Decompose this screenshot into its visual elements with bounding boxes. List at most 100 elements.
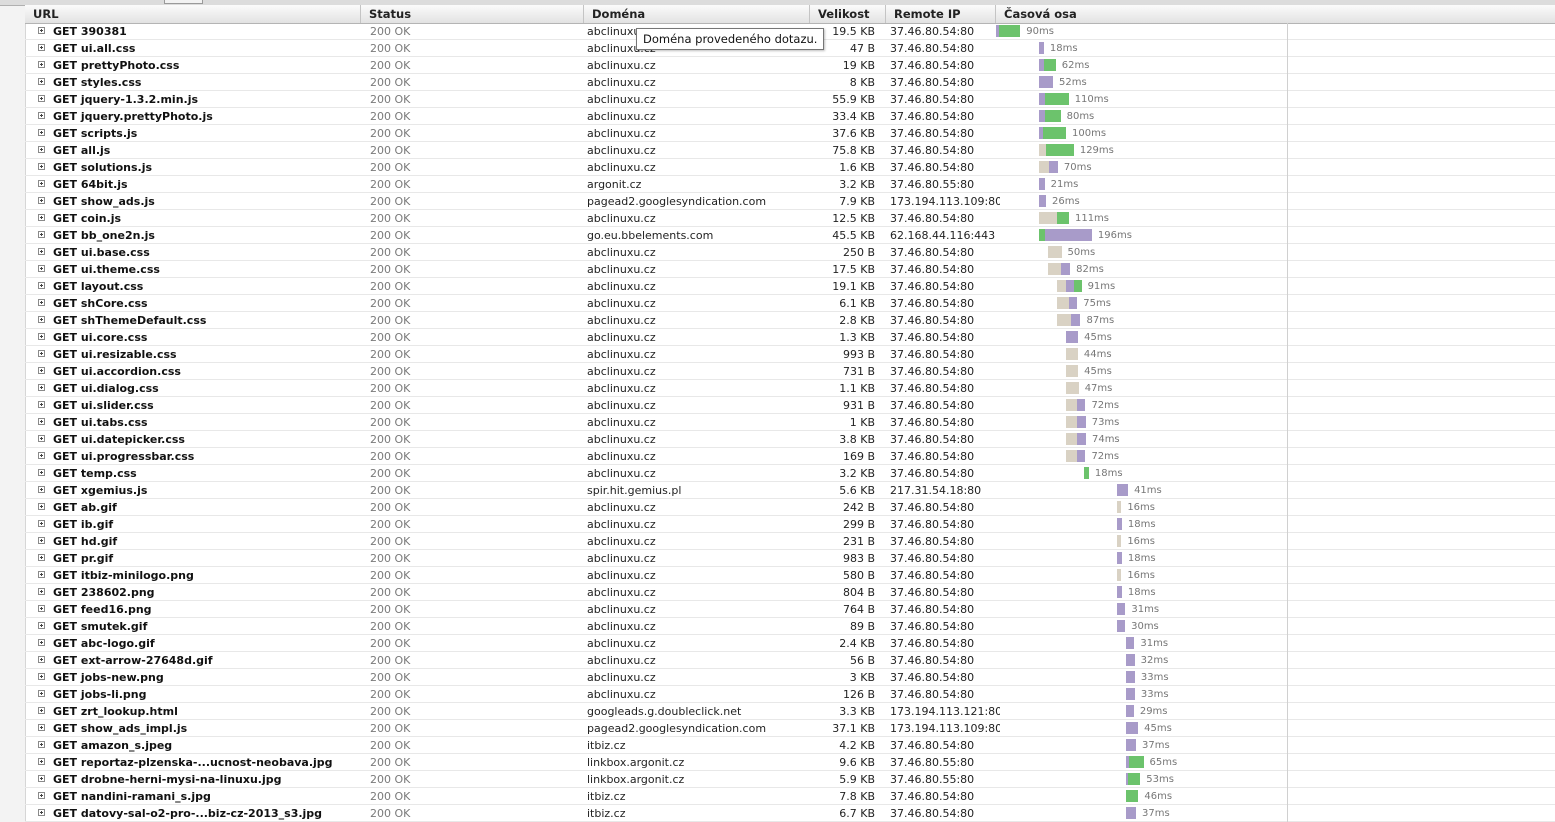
expand-toggle-icon[interactable] (38, 469, 45, 476)
table-row[interactable]: GET pr.gif 200 OK abclinuxu.cz 983 B 37.46.8… (25, 550, 1555, 567)
timing-bar[interactable] (1066, 416, 1086, 428)
expand-toggle-icon[interactable] (38, 282, 45, 289)
timing-bar[interactable] (1126, 654, 1135, 666)
expand-toggle-icon[interactable] (38, 690, 45, 697)
timing-bar[interactable] (1039, 144, 1074, 156)
table-row[interactable]: GET show_ads_impl.js 200 OK pagead2.google… (25, 720, 1555, 737)
timing-bar[interactable] (1117, 586, 1122, 598)
timing-bar[interactable] (1126, 688, 1135, 700)
expand-toggle-icon[interactable] (38, 418, 45, 425)
timing-bar[interactable] (1039, 212, 1069, 224)
expand-toggle-icon[interactable] (38, 44, 45, 51)
expand-toggle-icon[interactable] (38, 248, 45, 255)
expand-toggle-icon[interactable] (38, 231, 45, 238)
expand-toggle-icon[interactable] (38, 673, 45, 680)
table-row[interactable]: GET abc-logo.gif 200 OK abclinuxu.cz 2.4 KB… (25, 635, 1555, 652)
expand-toggle-icon[interactable] (38, 78, 45, 85)
table-row[interactable]: GET ui.core.css 200 OK abclinuxu.cz 1.3 KB 3… (25, 329, 1555, 346)
table-row[interactable]: GET xgemius.js 200 OK spir.hit.gemius.pl 5.… (25, 482, 1555, 499)
column-header-url[interactable]: URL (25, 5, 361, 23)
expand-toggle-icon[interactable] (38, 707, 45, 714)
timing-bar[interactable] (1039, 110, 1061, 122)
toolbar-tab[interactable] (164, 0, 203, 4)
timing-bar[interactable] (1066, 433, 1086, 445)
column-header-status[interactable]: Status (361, 5, 584, 23)
timing-bar[interactable] (1039, 93, 1069, 105)
timing-bar[interactable] (1126, 637, 1135, 649)
timing-bar[interactable] (1117, 484, 1129, 496)
column-header-size[interactable]: Velikost (810, 5, 886, 23)
table-row[interactable]: GET ab.gif 200 OK abclinuxu.cz 242 B 37.46.8… (25, 499, 1555, 516)
table-row[interactable]: GET 238602.png 200 OK abclinuxu.cz 804 B 37.… (25, 584, 1555, 601)
table-row[interactable]: GET ui.dialog.css 200 OK abclinuxu.cz 1.1 K… (25, 380, 1555, 397)
expand-toggle-icon[interactable] (38, 27, 45, 34)
table-row[interactable]: GET scripts.js 200 OK abclinuxu.cz 37.6 KB 3… (25, 125, 1555, 142)
column-header-domain[interactable]: Doména (584, 5, 810, 23)
table-row[interactable]: GET itbiz-minilogo.png 200 OK abclinuxu.cz… (25, 567, 1555, 584)
expand-toggle-icon[interactable] (38, 758, 45, 765)
timing-bar[interactable] (1126, 722, 1139, 734)
expand-toggle-icon[interactable] (38, 180, 45, 187)
expand-toggle-icon[interactable] (38, 452, 45, 459)
timing-bar[interactable] (1057, 297, 1078, 309)
table-row[interactable]: GET show_ads.js 200 OK pagead2.googlesyndi… (25, 193, 1555, 210)
timing-bar[interactable] (1057, 314, 1081, 326)
expand-toggle-icon[interactable] (38, 316, 45, 323)
column-header-remote-ip[interactable]: Remote IP (886, 5, 996, 23)
table-row[interactable]: GET ui.theme.css 200 OK abclinuxu.cz 17.5 K… (25, 261, 1555, 278)
table-row[interactable]: GET datovy-sal-o2-pro-...biz-cz-2013_s3.… (25, 805, 1555, 822)
table-row[interactable]: GET zrt_lookup.html 200 OK googleads.g.dou… (25, 703, 1555, 720)
timing-bar[interactable] (1066, 450, 1086, 462)
timing-bar[interactable] (1039, 59, 1056, 71)
expand-toggle-icon[interactable] (38, 265, 45, 272)
expand-toggle-icon[interactable] (38, 792, 45, 799)
expand-toggle-icon[interactable] (38, 656, 45, 663)
expand-toggle-icon[interactable] (38, 809, 45, 816)
table-row[interactable]: GET jquery.prettyPhoto.js 200 OK abclinuxu… (25, 108, 1555, 125)
timing-bar[interactable] (1039, 42, 1044, 54)
table-row[interactable]: GET coin.js 200 OK abclinuxu.cz 12.5 KB 37.4… (25, 210, 1555, 227)
table-row[interactable]: GET 64bit.js 200 OK argonit.cz 3.2 KB 37.46.… (25, 176, 1555, 193)
timing-bar[interactable] (1066, 365, 1079, 377)
table-row[interactable]: GET drobne-herni-mysi-na-linuxu.jpg 200 O… (25, 771, 1555, 788)
timing-bar[interactable] (1126, 739, 1136, 751)
timing-bar[interactable] (1117, 569, 1122, 581)
timing-bar[interactable] (1126, 705, 1134, 717)
table-row[interactable]: GET jquery-1.3.2.min.js 200 OK abclinuxu.c… (25, 91, 1555, 108)
timing-bar[interactable] (1117, 552, 1122, 564)
timing-bar[interactable] (1066, 331, 1079, 343)
table-row[interactable]: GET ib.gif 200 OK abclinuxu.cz 299 B 37.46.8… (25, 516, 1555, 533)
timing-bar[interactable] (1084, 467, 1089, 479)
table-row[interactable]: GET shThemeDefault.css 200 OK abclinuxu.cz… (25, 312, 1555, 329)
timing-bar[interactable] (1039, 178, 1045, 190)
timing-bar[interactable] (1126, 807, 1136, 819)
timing-bar[interactable] (1057, 280, 1082, 292)
timing-bar[interactable] (1039, 127, 1066, 139)
expand-toggle-icon[interactable] (38, 741, 45, 748)
table-row[interactable]: GET feed16.png 200 OK abclinuxu.cz 764 B 37.… (25, 601, 1555, 618)
timing-bar[interactable] (1117, 603, 1126, 615)
table-row[interactable]: GET ui.base.css 200 OK abclinuxu.cz 250 B 37… (25, 244, 1555, 261)
expand-toggle-icon[interactable] (38, 605, 45, 612)
table-row[interactable]: GET ext-arrow-27648d.gif 200 OK abclinuxu.… (25, 652, 1555, 669)
expand-toggle-icon[interactable] (38, 571, 45, 578)
expand-toggle-icon[interactable] (38, 146, 45, 153)
timing-bar[interactable] (1066, 399, 1086, 411)
table-row[interactable]: GET jobs-new.png 200 OK abclinuxu.cz 3 KB 37… (25, 669, 1555, 686)
timing-bar[interactable] (1039, 229, 1092, 241)
timing-bar[interactable] (1048, 263, 1071, 275)
expand-toggle-icon[interactable] (38, 622, 45, 629)
table-row[interactable]: GET smutek.gif 200 OK abclinuxu.cz 89 B 37.4… (25, 618, 1555, 635)
table-row[interactable]: GET shCore.css 200 OK abclinuxu.cz 6.1 KB 37… (25, 295, 1555, 312)
column-header-timeline[interactable]: Časová osa (996, 5, 1555, 23)
table-row[interactable]: GET ui.tabs.css 200 OK abclinuxu.cz 1 KB 37.… (25, 414, 1555, 431)
expand-toggle-icon[interactable] (38, 554, 45, 561)
table-row[interactable]: GET ui.datepicker.css 200 OK abclinuxu.cz 3… (25, 431, 1555, 448)
expand-toggle-icon[interactable] (38, 367, 45, 374)
timing-bar[interactable] (1039, 195, 1047, 207)
expand-toggle-icon[interactable] (38, 486, 45, 493)
table-row[interactable]: GET prettyPhoto.css 200 OK abclinuxu.cz 19 … (25, 57, 1555, 74)
table-row[interactable]: GET ui.resizable.css 200 OK abclinuxu.cz 99… (25, 346, 1555, 363)
timing-bar[interactable] (1117, 535, 1122, 547)
table-row[interactable]: GET amazon_s.jpeg 200 OK itbiz.cz 4.2 KB 37.… (25, 737, 1555, 754)
